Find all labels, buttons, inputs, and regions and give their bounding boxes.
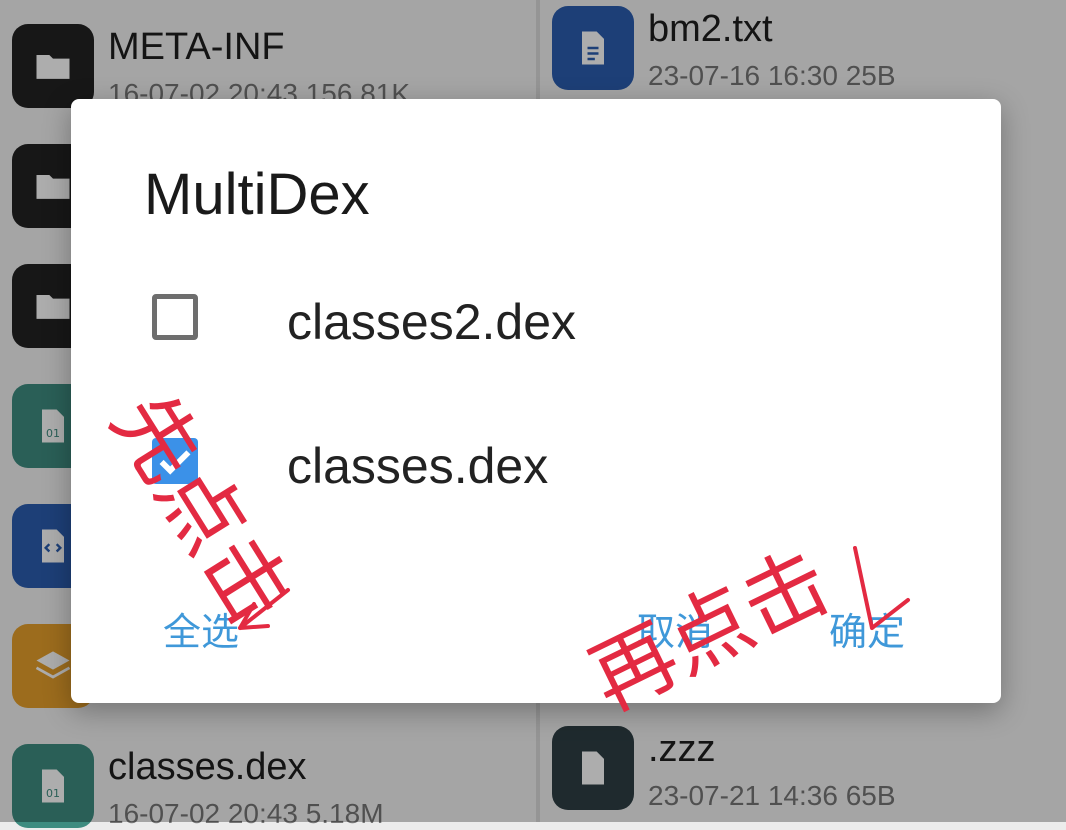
select-all-button[interactable]: 全选 <box>159 599 243 658</box>
ok-button[interactable]: 确定 <box>825 599 909 658</box>
option-classes-dex[interactable]: classes.dex <box>71 417 1001 517</box>
cancel-button[interactable]: 取消 <box>633 599 717 658</box>
checkmark-icon <box>159 450 191 475</box>
option-classes2-dex[interactable]: classes2.dex <box>71 273 1001 373</box>
checkbox-unchecked[interactable] <box>152 294 198 340</box>
option-label: classes2.dex <box>287 294 577 350</box>
option-label: classes.dex <box>287 438 549 494</box>
multidex-dialog: MultiDex classes2.dex classes.dex 全选 取消 … <box>71 99 1001 703</box>
dialog-title: MultiDex <box>144 162 370 227</box>
checkbox-checked[interactable] <box>152 438 198 484</box>
